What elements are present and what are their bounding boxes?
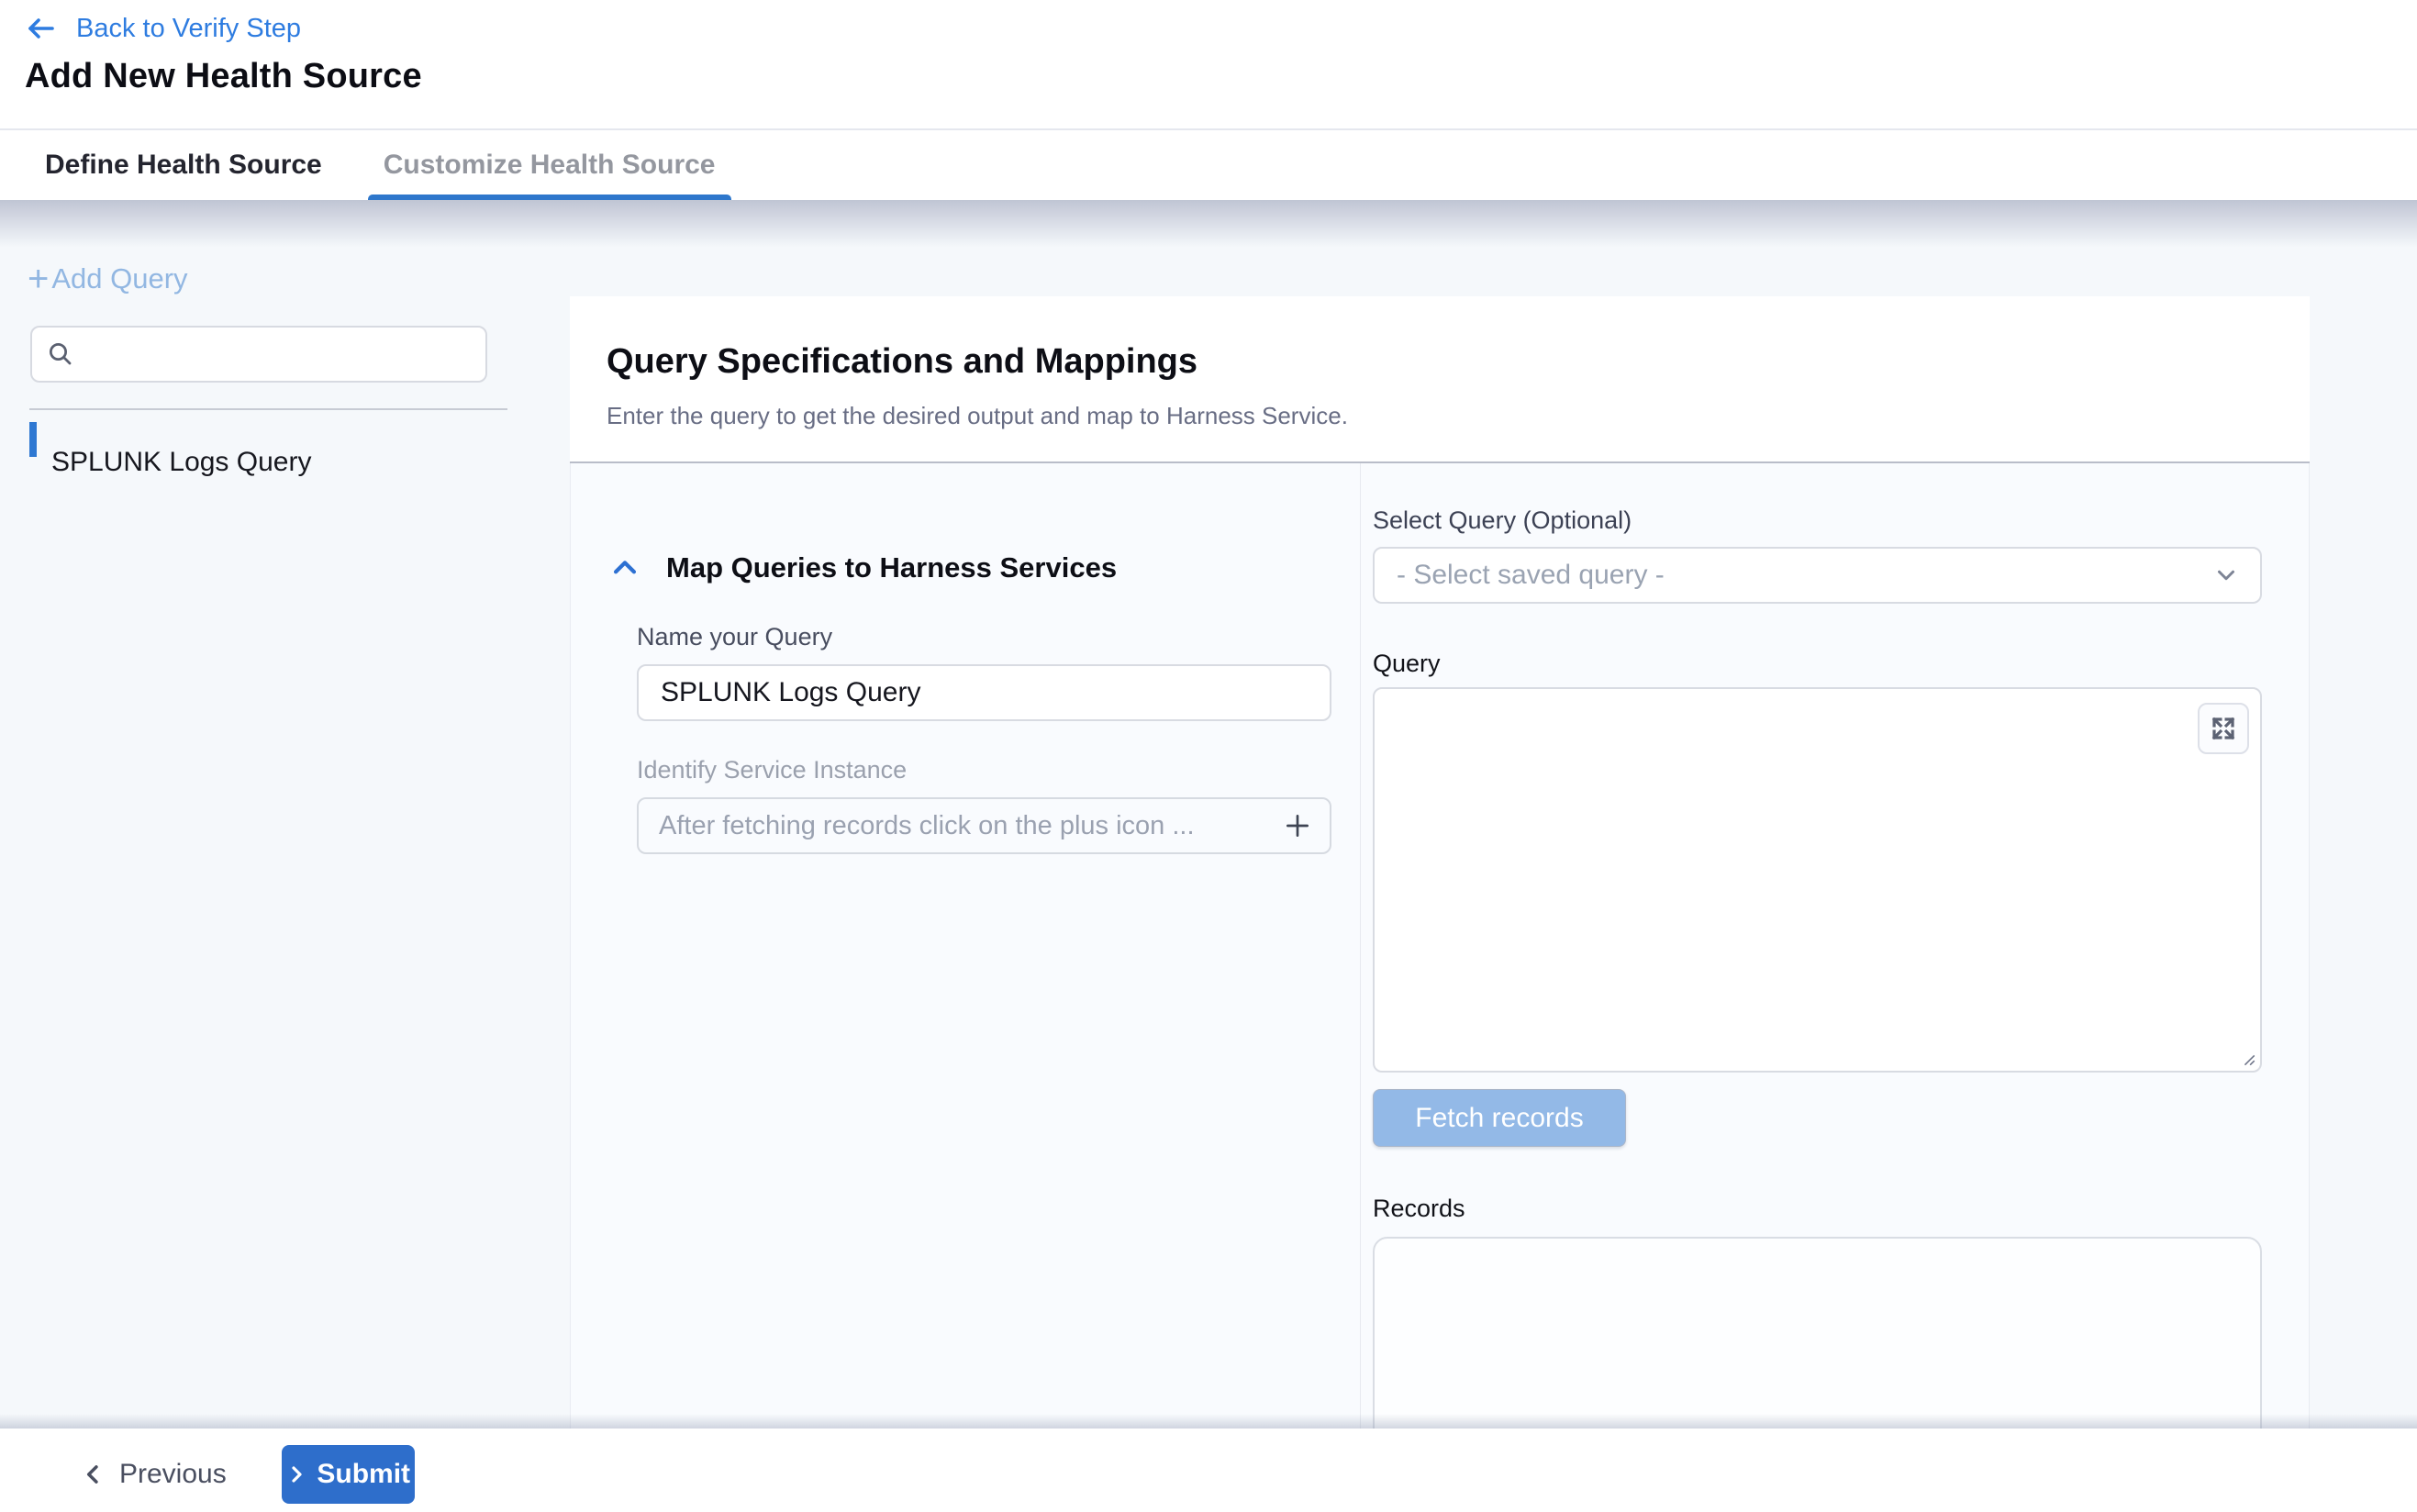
- map-queries-section-toggle[interactable]: Map Queries to Harness Services: [609, 551, 1360, 584]
- selected-indicator-bar: [29, 422, 37, 457]
- sidebar-divider: [29, 408, 507, 410]
- plus-icon: +: [28, 265, 49, 293]
- name-query-label: Name your Query: [637, 623, 1360, 651]
- map-queries-column: Map Queries to Harness Services Name you…: [571, 463, 1361, 1429]
- query-column: Select Query (Optional) - Select saved q…: [1361, 463, 2309, 1429]
- tab-bar: Define Health Source Customize Health So…: [0, 130, 2417, 200]
- records-panel: [1373, 1237, 2262, 1429]
- search-icon: [47, 340, 74, 368]
- plus-icon: [1283, 811, 1312, 840]
- expand-query-button[interactable]: [2198, 703, 2249, 754]
- chevron-left-icon: [81, 1462, 106, 1487]
- card-subtitle: Enter the query to get the desired outpu…: [607, 402, 2310, 430]
- records-label: Records: [1373, 1195, 2262, 1223]
- query-item-label: SPLUNK Logs Query: [51, 447, 311, 478]
- add-query-label: Add Query: [51, 262, 187, 295]
- fetch-records-button[interactable]: Fetch records: [1373, 1089, 1626, 1147]
- app-header: Back to Verify Step Add New Health Sourc…: [0, 0, 2417, 128]
- card-body: Map Queries to Harness Services Name you…: [570, 463, 2310, 1429]
- query-textarea[interactable]: [1375, 689, 2260, 1071]
- back-arrow-icon: [25, 12, 58, 45]
- identify-service-label: Identify Service Instance: [637, 756, 1360, 784]
- sidebar-item-splunk-logs-query[interactable]: SPLUNK Logs Query: [29, 422, 311, 457]
- footer-bar: Previous Submit: [0, 1429, 2417, 1512]
- previous-button[interactable]: Previous: [81, 1459, 227, 1490]
- select-saved-query-dropdown[interactable]: - Select saved query -: [1373, 547, 2262, 604]
- section-title: Map Queries to Harness Services: [666, 551, 1117, 584]
- page-title: Add New Health Source: [25, 57, 422, 96]
- submit-label: Submit: [317, 1459, 410, 1490]
- footer-inner: Previous Submit: [0, 1429, 2417, 1512]
- tab-customize-label: Customize Health Source: [384, 150, 716, 181]
- content-area: + Add Query SPLUNK Logs Query Query Spec…: [0, 200, 2417, 1429]
- query-label: Query: [1373, 650, 2262, 678]
- query-sidebar: + Add Query SPLUNK Logs Query: [0, 200, 560, 1429]
- card-header: Query Specifications and Mappings Enter …: [570, 296, 2310, 463]
- back-to-verify-link[interactable]: Back to Verify Step: [25, 12, 301, 45]
- query-search-box: [30, 326, 487, 383]
- select-query-label: Select Query (Optional): [1373, 506, 2262, 535]
- tab-define-health-source[interactable]: Define Health Source: [45, 130, 322, 200]
- add-service-instance-button[interactable]: [1280, 808, 1315, 843]
- card-title: Query Specifications and Mappings: [607, 342, 2310, 382]
- chevron-up-icon: [609, 552, 640, 584]
- resize-handle-icon[interactable]: [2242, 1052, 2256, 1067]
- tab-customize-health-source[interactable]: Customize Health Source: [368, 130, 731, 200]
- query-search-input[interactable]: [74, 328, 485, 381]
- query-editor: [1373, 687, 2262, 1073]
- query-spec-card: Query Specifications and Mappings Enter …: [570, 296, 2310, 1429]
- add-query-button[interactable]: + Add Query: [28, 262, 188, 295]
- identify-service-field: [637, 797, 1331, 854]
- identify-service-input[interactable]: [637, 797, 1331, 854]
- expand-icon: [2210, 715, 2237, 742]
- back-link-label: Back to Verify Step: [76, 14, 301, 44]
- select-saved-query-value: - Select saved query -: [1397, 560, 1665, 591]
- chevron-down-icon: [2212, 561, 2240, 589]
- chevron-right-icon: [285, 1463, 307, 1485]
- submit-button[interactable]: Submit: [282, 1445, 415, 1504]
- name-query-input[interactable]: [637, 664, 1331, 721]
- previous-label: Previous: [119, 1459, 227, 1490]
